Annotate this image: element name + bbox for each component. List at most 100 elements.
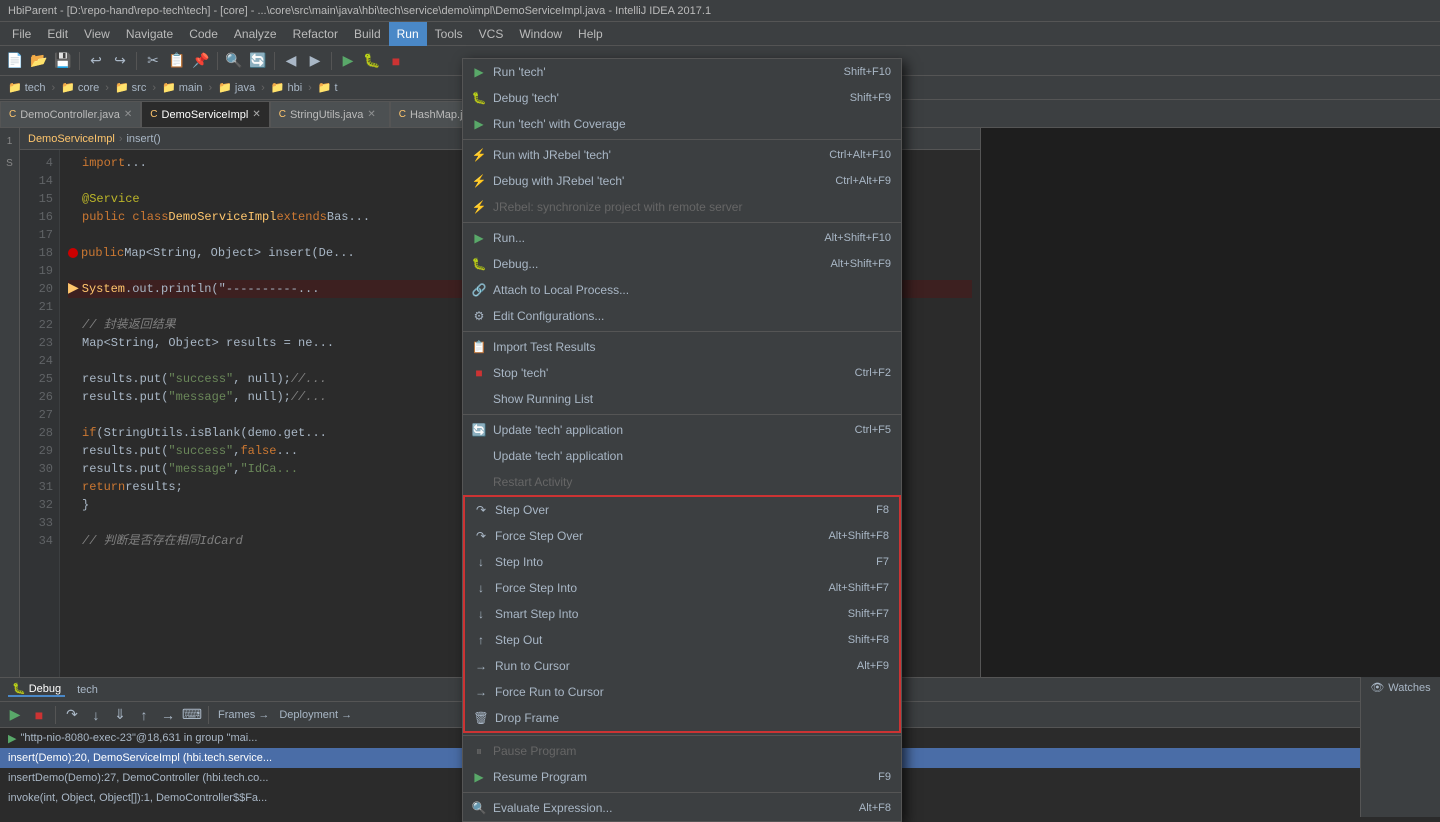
debug-force-step-into-btn[interactable]: ⇓ bbox=[109, 704, 131, 726]
dd-show-running[interactable]: Show Running List bbox=[463, 386, 901, 412]
dd-force-step-over[interactable]: ↷ Force Step Over Alt+Shift+F8 bbox=[465, 523, 899, 549]
dd-drop-frame[interactable]: 🗑 Drop Frame bbox=[465, 705, 899, 731]
dd-force-run-to-cursor[interactable]: → Force Run to Cursor bbox=[465, 679, 899, 705]
tab-stringutils[interactable]: C StringUtils.java ✕ bbox=[270, 101, 390, 127]
menu-tools[interactable]: Tools bbox=[427, 22, 471, 46]
path-t[interactable]: 📁 t bbox=[318, 81, 338, 94]
pause-program-icon: ⏸ bbox=[471, 743, 487, 759]
toolbar-undo[interactable]: ↩ bbox=[85, 50, 107, 72]
debug-step-over-btn[interactable]: ↷ bbox=[61, 704, 83, 726]
breadcrumb-method[interactable]: insert() bbox=[126, 133, 160, 145]
toolbar-debug[interactable]: 🐛 bbox=[361, 50, 383, 72]
run-coverage-icon: ▶ bbox=[471, 116, 487, 132]
deployment-tab[interactable]: Deployment → bbox=[275, 709, 356, 721]
toolbar-replace[interactable]: 🔄 bbox=[247, 50, 269, 72]
dd-reload-changed[interactable]: Update 'tech' application bbox=[463, 443, 901, 469]
tab-demoserviceimpl[interactable]: C DemoServiceImpl ✕ bbox=[141, 101, 269, 127]
run-tech-icon: ▶ bbox=[471, 64, 487, 80]
debug-tab-tech[interactable]: tech bbox=[73, 684, 102, 696]
dd-update-app[interactable]: 🔄 Update 'tech' application Ctrl+F5 bbox=[463, 417, 901, 443]
debug-tab-debug[interactable]: 🐛 Debug bbox=[8, 682, 65, 697]
debug-resume-btn[interactable]: ▶ bbox=[4, 704, 26, 726]
tab-close-stringutils[interactable]: ✕ bbox=[367, 109, 375, 120]
toolbar-run[interactable]: ▶ bbox=[337, 50, 359, 72]
dd-stop-tech[interactable]: ■ Stop 'tech' Ctrl+F2 bbox=[463, 360, 901, 386]
path-tech[interactable]: 📁 tech bbox=[8, 81, 46, 94]
menu-file[interactable]: File bbox=[4, 22, 39, 46]
dd-edit-config[interactable]: ⚙ Edit Configurations... bbox=[463, 303, 901, 329]
path-java[interactable]: 📁 java bbox=[218, 81, 255, 94]
dd-run-coverage[interactable]: ▶ Run 'tech' with Coverage bbox=[463, 111, 901, 137]
dd-debug-dots[interactable]: 🐛 Debug... Alt+Shift+F9 bbox=[463, 251, 901, 277]
jrebel-debug-icon: ⚡ bbox=[471, 173, 487, 189]
menu-analyze[interactable]: Analyze bbox=[226, 22, 285, 46]
dd-sep-5 bbox=[463, 735, 901, 736]
dd-pause-program: ⏸ Pause Program bbox=[463, 738, 901, 764]
tab-democontroller[interactable]: C DemoController.java ✕ bbox=[0, 101, 141, 127]
path-core[interactable]: 📁 core bbox=[61, 81, 99, 94]
dd-resume-program[interactable]: ▶ Resume Program F9 bbox=[463, 764, 901, 790]
toolbar-back[interactable]: ◀ bbox=[280, 50, 302, 72]
dd-force-step-into[interactable]: ↓ Force Step Into Alt+Shift+F7 bbox=[465, 575, 899, 601]
watches-label-container[interactable]: 👁 Watches bbox=[1370, 681, 1430, 694]
dd-step-into[interactable]: ↓ Step Into F7 bbox=[465, 549, 899, 575]
toolbar-paste[interactable]: 📌 bbox=[190, 50, 212, 72]
tab-close-demoserviceimpl[interactable]: ✕ bbox=[252, 109, 260, 120]
dd-run-dots[interactable]: ▶ Run... Alt+Shift+F10 bbox=[463, 225, 901, 251]
menu-run[interactable]: Run bbox=[389, 22, 427, 46]
path-main[interactable]: 📁 main bbox=[162, 81, 203, 94]
debug-tech-icon: 🐛 bbox=[471, 90, 487, 106]
debug-evaluate-btn[interactable]: ⌨ bbox=[181, 704, 203, 726]
tab-close-democontroller[interactable]: ✕ bbox=[124, 109, 132, 120]
path-src[interactable]: 📁 src bbox=[115, 81, 146, 94]
dd-debug-tech[interactable]: 🐛 Debug 'tech' Shift+F9 bbox=[463, 85, 901, 111]
menu-bar: File Edit View Navigate Code Analyze Ref… bbox=[0, 22, 1440, 46]
toolbar-search[interactable]: 🔍 bbox=[223, 50, 245, 72]
toolbar-forward[interactable]: ▶ bbox=[304, 50, 326, 72]
drop-frame-icon: 🗑 bbox=[473, 710, 489, 726]
debug-step-into-btn[interactable]: ↓ bbox=[85, 704, 107, 726]
toolbar-redo[interactable]: ↪ bbox=[109, 50, 131, 72]
dd-step-over[interactable]: ↷ Step Over F8 bbox=[465, 497, 899, 523]
toolbar-cut[interactable]: ✂ bbox=[142, 50, 164, 72]
dd-debug-jrebel[interactable]: ⚡ Debug with JRebel 'tech' Ctrl+Alt+F9 bbox=[463, 168, 901, 194]
menu-navigate[interactable]: Navigate bbox=[118, 22, 181, 46]
menu-window[interactable]: Window bbox=[511, 22, 570, 46]
breadcrumb-class[interactable]: DemoServiceImpl bbox=[28, 133, 115, 145]
sidebar-project-icon[interactable]: 1 bbox=[1, 132, 19, 150]
menu-help[interactable]: Help bbox=[570, 22, 611, 46]
menu-refactor[interactable]: Refactor bbox=[285, 22, 346, 46]
debug-sep2 bbox=[208, 706, 209, 724]
dd-smart-step-into[interactable]: ↓ Smart Step Into Shift+F7 bbox=[465, 601, 899, 627]
debug-sep bbox=[55, 706, 56, 724]
sidebar-structure-icon[interactable]: S bbox=[1, 154, 19, 172]
toolbar-open[interactable]: 📂 bbox=[28, 50, 50, 72]
toolbar-save[interactable]: 💾 bbox=[52, 50, 74, 72]
menu-build[interactable]: Build bbox=[346, 22, 389, 46]
dd-run-to-cursor[interactable]: → Run to Cursor Alt+F9 bbox=[465, 653, 899, 679]
dd-evaluate-expr[interactable]: 🔍 Evaluate Expression... Alt+F8 bbox=[463, 795, 901, 821]
watches-icon: 👁 bbox=[1370, 681, 1384, 694]
menu-view[interactable]: View bbox=[76, 22, 118, 46]
frames-tab[interactable]: Frames → bbox=[214, 709, 273, 721]
toolbar-copy[interactable]: 📋 bbox=[166, 50, 188, 72]
debug-stop-btn[interactable]: ■ bbox=[28, 704, 50, 726]
edit-config-icon: ⚙ bbox=[471, 308, 487, 324]
title-bar: HbiParent - [D:\repo-hand\repo-tech\tech… bbox=[0, 0, 1440, 22]
force-step-into-icon: ↓ bbox=[473, 580, 489, 596]
menu-vcs[interactable]: VCS bbox=[471, 22, 512, 46]
dd-run-jrebel[interactable]: ⚡ Run with JRebel 'tech' Ctrl+Alt+F10 bbox=[463, 142, 901, 168]
dd-sep-4 bbox=[463, 414, 901, 415]
debug-step-out-btn[interactable]: ↑ bbox=[133, 704, 155, 726]
toolbar-stop[interactable]: ■ bbox=[385, 50, 407, 72]
dd-attach-local[interactable]: 🔗 Attach to Local Process... bbox=[463, 277, 901, 303]
dd-run-tech[interactable]: ▶ Run 'tech' Shift+F10 bbox=[463, 59, 901, 85]
toolbar-new[interactable]: 📄 bbox=[4, 50, 26, 72]
dd-import-test[interactable]: 📋 Import Test Results bbox=[463, 334, 901, 360]
path-hbi[interactable]: 📁 hbi bbox=[271, 81, 302, 94]
stop-tech-icon: ■ bbox=[471, 365, 487, 381]
debug-run-to-cursor-btn[interactable]: → bbox=[157, 704, 179, 726]
menu-edit[interactable]: Edit bbox=[39, 22, 76, 46]
menu-code[interactable]: Code bbox=[181, 22, 226, 46]
dd-step-out[interactable]: ↑ Step Out Shift+F8 bbox=[465, 627, 899, 653]
